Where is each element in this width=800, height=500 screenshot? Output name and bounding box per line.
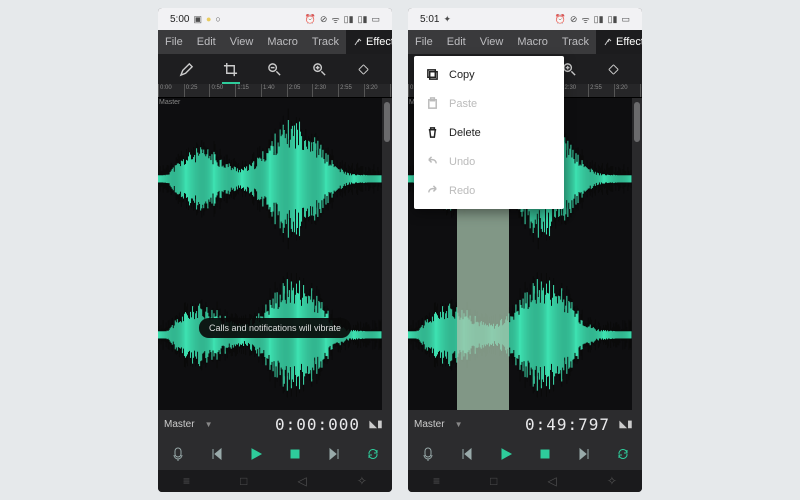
nav-menu-icon[interactable]: ≡ <box>433 474 440 488</box>
menu-bar: File Edit View Macro Track Effects <box>408 30 642 54</box>
status-time: 5:01 <box>420 14 439 25</box>
nav-home-icon[interactable]: □ <box>240 474 247 488</box>
more-tool[interactable] <box>601 56 627 82</box>
dot-icon: ● <box>206 14 211 24</box>
android-nav: ≡ □ ◁ ✧ <box>408 470 642 492</box>
nav-menu-icon[interactable]: ≡ <box>183 474 190 488</box>
dropdown-icon[interactable]: ▼ <box>205 420 213 429</box>
zoom-in-tool[interactable] <box>306 56 332 82</box>
skip-forward-button[interactable] <box>570 440 598 468</box>
status-bar: 5:01 ✦ ⏰ ⊘ ᯤ ▯▮ ▯▮ ▭ <box>408 8 642 30</box>
wifi-icon: ᯤ <box>581 13 589 26</box>
battery-icon: ▭ <box>621 14 630 25</box>
menu-macro[interactable]: Macro <box>510 30 555 54</box>
alarm-icon: ⏰ <box>555 14 566 25</box>
footer-info: Master ▼ 0:49:797 ◣▮ <box>408 410 642 438</box>
menu-view[interactable]: View <box>473 30 511 54</box>
vertical-scrollbar[interactable] <box>632 98 642 410</box>
play-button[interactable] <box>242 440 270 468</box>
edit-context-menu: Copy Paste Delete Undo Redo <box>414 56 564 209</box>
pencil-tool[interactable] <box>173 56 199 82</box>
nav-accessibility-icon[interactable]: ✧ <box>357 474 367 488</box>
menu-edit[interactable]: Edit <box>190 30 223 54</box>
menu-edit[interactable]: Edit <box>440 30 473 54</box>
ctx-copy[interactable]: Copy <box>414 60 564 89</box>
footer-info: Master ▼ 0:00:000 ◣▮ <box>158 410 392 438</box>
zoom-out-tool[interactable] <box>262 56 288 82</box>
skip-forward-button[interactable] <box>320 440 348 468</box>
menu-file[interactable]: File <box>158 30 190 54</box>
vibrate-toast: Calls and notifications will vibrate <box>199 318 351 338</box>
menu-effects[interactable]: Effects <box>596 30 642 54</box>
signal-icon: ▯▮ <box>608 14 618 25</box>
screenshot-right: 5:01 ✦ ⏰ ⊘ ᯤ ▯▮ ▯▮ ▭ File Edit View Macr… <box>408 8 642 492</box>
android-nav: ≡ □ ◁ ✧ <box>158 470 392 492</box>
menu-track[interactable]: Track <box>555 30 596 54</box>
waveform-icon[interactable]: ◣▮ <box>616 419 636 430</box>
crop-tool[interactable] <box>218 56 244 82</box>
loop-button[interactable] <box>359 440 387 468</box>
battery-icon: ▭ <box>371 14 380 25</box>
menu-view[interactable]: View <box>223 30 261 54</box>
dnd-icon: ⊘ <box>570 14 578 25</box>
track-area[interactable]: Master Calls and notifications will vibr… <box>158 98 392 410</box>
nav-back-icon[interactable]: ◁ <box>548 474 557 488</box>
skip-back-button[interactable] <box>453 440 481 468</box>
nav-accessibility-icon[interactable]: ✧ <box>607 474 617 488</box>
menu-file[interactable]: File <box>408 30 440 54</box>
loop-button[interactable] <box>609 440 637 468</box>
signal-icon: ▯▮ <box>358 14 368 25</box>
transport-bar <box>158 438 392 470</box>
stop-button[interactable] <box>281 440 309 468</box>
dot-icon: ○ <box>215 14 220 24</box>
edit-toolbar <box>158 54 392 84</box>
status-bar: 5:00 ▣ ● ○ ⏰ ⊘ ᯤ ▯▮ ▯▮ ▭ <box>158 8 392 30</box>
footer-track-select[interactable]: Master <box>164 419 195 430</box>
status-time: 5:00 <box>170 14 189 25</box>
timecode-display: 0:49:797 <box>525 415 610 434</box>
transport-bar <box>408 438 642 470</box>
ctx-redo[interactable]: Redo <box>414 176 564 205</box>
more-tool[interactable] <box>351 56 377 82</box>
nav-home-icon[interactable]: □ <box>490 474 497 488</box>
ctx-undo[interactable]: Undo <box>414 147 564 176</box>
ctx-delete[interactable]: Delete <box>414 118 564 147</box>
signal-icon: ▯▮ <box>594 14 604 25</box>
waveform-icon[interactable]: ◣▮ <box>366 419 386 430</box>
play-button[interactable] <box>492 440 520 468</box>
ctx-paste[interactable]: Paste <box>414 89 564 118</box>
waveform-left-channel[interactable] <box>158 104 382 254</box>
menu-macro[interactable]: Macro <box>260 30 305 54</box>
time-ruler[interactable]: 0:00 0:25 0:50 1:15 1:40 2:05 2:30 2:55 … <box>158 84 392 98</box>
vertical-scrollbar[interactable] <box>382 98 392 410</box>
menu-effects[interactable]: Effects <box>346 30 392 54</box>
nav-back-icon[interactable]: ◁ <box>298 474 307 488</box>
footer-track-select[interactable]: Master <box>414 419 445 430</box>
waveform-right-channel[interactable] <box>408 260 632 410</box>
record-button[interactable] <box>414 440 442 468</box>
record-button[interactable] <box>164 440 192 468</box>
track-label: Master <box>159 99 180 106</box>
signal-icon: ▯▮ <box>344 14 354 25</box>
skip-back-button[interactable] <box>203 440 231 468</box>
screenshot-left: 5:00 ▣ ● ○ ⏰ ⊘ ᯤ ▯▮ ▯▮ ▭ File Edit View … <box>158 8 392 492</box>
stop-button[interactable] <box>531 440 559 468</box>
timecode-display: 0:00:000 <box>275 415 360 434</box>
alarm-icon: ⏰ <box>305 14 316 25</box>
camera-icon: ▣ <box>193 14 202 25</box>
wifi-icon: ᯤ <box>331 13 339 26</box>
menu-track[interactable]: Track <box>305 30 346 54</box>
dnd-icon: ⊘ <box>320 14 328 25</box>
wand-icon: ✦ <box>443 14 451 25</box>
dropdown-icon[interactable]: ▼ <box>455 420 463 429</box>
menu-bar: File Edit View Macro Track Effects <box>158 30 392 54</box>
